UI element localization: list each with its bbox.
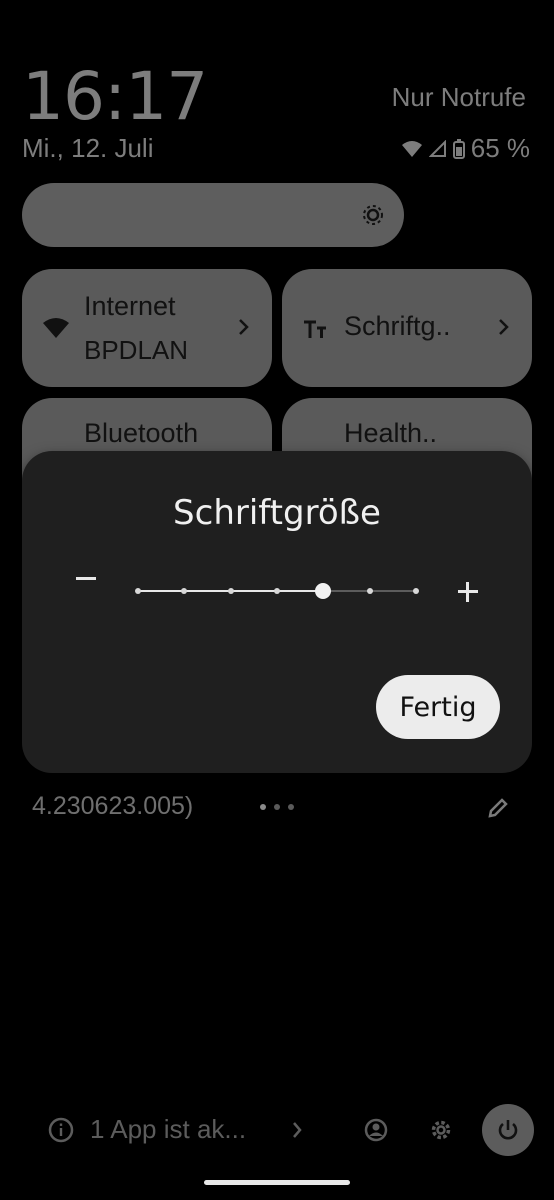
user-icon[interactable] bbox=[364, 1118, 388, 1142]
build-number: 4.230623.005) bbox=[32, 792, 194, 820]
battery-percent: 65 % bbox=[470, 133, 530, 163]
wifi-icon bbox=[43, 318, 69, 338]
power-icon bbox=[498, 1120, 518, 1140]
chevron-right-icon bbox=[293, 1122, 302, 1138]
home-indicator[interactable] bbox=[204, 1180, 350, 1185]
active-app-notice[interactable]: 1 App ist ak... bbox=[90, 1114, 246, 1145]
font-size-dialog: Schriftgröße Fertig bbox=[22, 451, 532, 773]
signal-icon bbox=[428, 139, 446, 157]
slider-tick bbox=[181, 588, 188, 594]
tile-sublabel: BPDLAN bbox=[84, 335, 189, 365]
battery-icon bbox=[452, 138, 465, 159]
info-icon bbox=[48, 1117, 74, 1143]
font-size-icon bbox=[304, 320, 326, 338]
wifi-icon bbox=[401, 140, 422, 157]
bottom-bar: 1 App ist ak... bbox=[0, 1100, 554, 1160]
tile-label: Internet bbox=[84, 291, 176, 321]
decrease-font-button[interactable] bbox=[76, 577, 96, 580]
network-mode: Nur Notrufe bbox=[391, 82, 526, 112]
edit-icon[interactable] bbox=[486, 796, 510, 820]
brightness-slider[interactable] bbox=[22, 183, 404, 247]
slider-tick bbox=[413, 588, 419, 594]
chevron-right-icon bbox=[499, 319, 509, 335]
settings-icon[interactable] bbox=[428, 1117, 454, 1143]
tile-label: Bluetooth bbox=[84, 418, 199, 448]
status-icons: 65 % bbox=[401, 133, 530, 164]
tile-label: Health.. bbox=[344, 418, 438, 448]
brightness-icon bbox=[363, 205, 383, 225]
tile-font-size[interactable]: Schriftg.. bbox=[282, 269, 532, 387]
tile-label: Schriftg.. bbox=[344, 311, 451, 341]
slider-tick bbox=[366, 588, 373, 594]
page-dot bbox=[288, 804, 294, 810]
page-dot bbox=[274, 804, 280, 810]
power-button[interactable] bbox=[482, 1104, 534, 1156]
page-indicator bbox=[260, 804, 294, 810]
tile-internet[interactable]: Internet BPDLAN bbox=[22, 269, 272, 387]
date: Mi., 12. Juli bbox=[22, 133, 154, 163]
increase-font-button-vertical bbox=[466, 582, 469, 602]
chevron-right-icon bbox=[239, 319, 249, 335]
slider-tick bbox=[135, 588, 141, 594]
clock: 16:17 bbox=[22, 58, 208, 135]
done-button[interactable]: Fertig bbox=[376, 675, 500, 739]
slider-tick bbox=[274, 588, 280, 594]
slider-tick bbox=[227, 588, 234, 594]
page-dot bbox=[260, 804, 266, 810]
font-size-slider-thumb[interactable] bbox=[315, 583, 332, 599]
dialog-title: Schriftgröße bbox=[173, 493, 381, 533]
